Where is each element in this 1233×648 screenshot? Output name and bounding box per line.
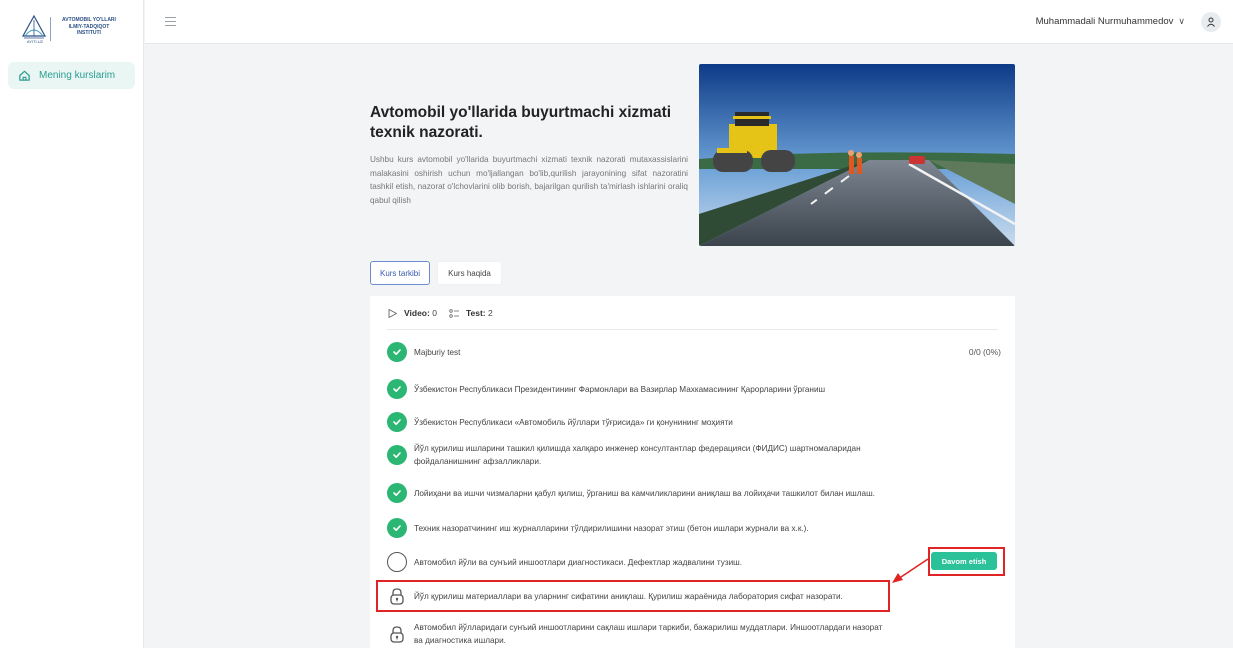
logo-text-line1: AVTOMOBIL YO'LLARI [62, 17, 116, 23]
video-count: 0 [432, 308, 437, 318]
avatar[interactable] [1201, 12, 1221, 32]
lesson-row-locked[interactable]: Йўл қурилиш материаллари ва уларнинг сиф… [387, 583, 987, 609]
tab-about-course[interactable]: Kurs haqida [437, 261, 502, 285]
course-content-panel: Video: 0 Test: 2 Majburiy test 0/0 (0%) … [370, 296, 1015, 648]
video-label: Video: [404, 308, 430, 318]
topbar: Muhammadali Nurmuhammedov ∨ [145, 0, 1233, 44]
lesson-title: Ўзбекистон Республикаси «Автомобиль йўлл… [414, 417, 733, 427]
logo-abbreviation: AYITI.UZ [26, 39, 44, 44]
tab-course-content[interactable]: Kurs tarkibi [370, 261, 430, 285]
lesson-title: Ўзбекистон Республикаси Президентининг Ф… [414, 384, 826, 394]
lesson-title: Техник назоратчининг иш журналларини тўл… [414, 523, 809, 533]
test-count: 2 [488, 308, 493, 318]
check-circle-icon [387, 379, 407, 399]
test-label: Test: [465, 308, 486, 318]
lesson-title: Majburiy test [414, 347, 461, 357]
home-icon [18, 69, 31, 82]
lesson-row[interactable]: Ўзбекистон Республикаси Президентининг Ф… [387, 376, 987, 402]
empty-circle-icon [387, 552, 407, 572]
course-title: Avtomobil yo'llarida buyurtmachi xizmati… [370, 104, 672, 141]
lesson-title: Лойиҳани ва ишчи чизмаларни қабул қилиш,… [414, 488, 875, 498]
menu-toggle-icon[interactable] [165, 17, 176, 27]
lesson-row-current[interactable]: Автомобил йўли ва сунъий иншоотлари диаг… [387, 552, 987, 572]
continue-button[interactable]: Davom etish [931, 552, 997, 570]
lesson-row[interactable]: Ўзбекистон Республикаси «Автомобиль йўлл… [387, 412, 987, 432]
course-description: Ushbu kurs avtomobil yo'llarida buyurtma… [370, 155, 688, 205]
lesson-title: Автомобил йўлларидаги сунъий иншоотларин… [414, 623, 883, 645]
check-circle-icon [387, 483, 407, 503]
sidebar-item-label: Mening kurslarim [39, 70, 116, 81]
user-menu[interactable]: Muhammadali Nurmuhammedov ∨ [1036, 16, 1185, 27]
lesson-title: Йўл қурилиш ишларини ташкил қилишда халқ… [414, 444, 861, 466]
check-circle-icon [387, 445, 407, 465]
course-cover-image [699, 64, 1015, 246]
user-icon [1207, 17, 1215, 27]
lesson-row-locked[interactable]: Автомобил йўлларидаги сунъий иншоотларин… [387, 621, 987, 647]
lesson-progress: 0/0 (0%) [968, 347, 1001, 357]
lock-icon [390, 626, 404, 643]
lock-icon [390, 588, 404, 605]
course-stats: Video: 0 Test: 2 [387, 306, 493, 320]
check-circle-icon [387, 518, 407, 538]
lesson-row[interactable]: Majburiy test 0/0 (0%) [387, 342, 1001, 362]
lesson-row[interactable]: Йўл қурилиш ишларини ташкил қилишда халқ… [387, 442, 987, 468]
user-name: Muhammadali Nurmuhammedov [1035, 16, 1174, 27]
logo-text-line3: INSTITUTI [77, 30, 101, 36]
lesson-row[interactable]: Лойиҳани ва ишчи чизмаларни қабул қилиш,… [387, 480, 987, 506]
chevron-down-icon: ∨ [1178, 16, 1185, 26]
logo-separator [50, 17, 51, 41]
sidebar-item-my-courses[interactable]: Mening kurslarim [8, 62, 135, 89]
check-circle-icon [387, 412, 407, 432]
test-list-icon [449, 308, 459, 318]
lesson-title: Автомобил йўли ва сунъий иншоотлари диаг… [414, 557, 743, 567]
institute-logo[interactable]: AVTOMOBIL YO'LLARI ILMIY-TADQIQOT INSTIT… [21, 14, 123, 44]
sidebar: AVTOMOBIL YO'LLARI ILMIY-TADQIQOT INSTIT… [0, 0, 144, 648]
video-icon [388, 308, 397, 318]
check-circle-icon [387, 342, 407, 362]
logo-text: AVTOMOBIL YO'LLARI ILMIY-TADQIQOT INSTIT… [54, 17, 124, 37]
lesson-title: Йўл қурилиш материаллари ва уларнинг сиф… [414, 591, 843, 601]
divider [387, 329, 998, 330]
lesson-row[interactable]: Техник назоратчининг иш журналларини тўл… [387, 518, 987, 538]
